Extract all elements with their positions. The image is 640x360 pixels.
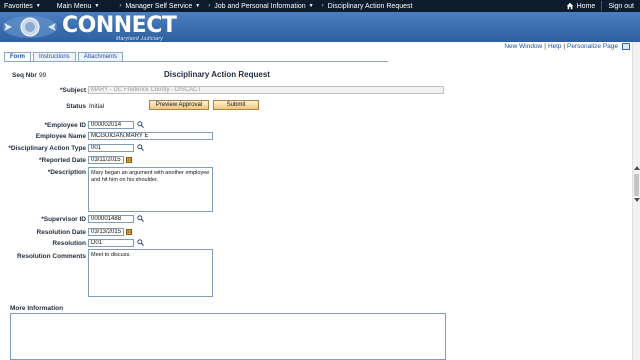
branding-banner: CONNECT Maryland Judiciary [0, 12, 640, 42]
description-textarea[interactable]: Mary began an argument with another empl… [88, 167, 213, 212]
topnav-right: Home Sign out [566, 0, 640, 12]
new-window-link[interactable]: New Window [504, 43, 542, 50]
disciplinary-action-type-label: *Disciplinary Action Type [8, 145, 86, 152]
status-label: Status [66, 103, 86, 110]
scroll-down-arrow-icon[interactable] [634, 198, 640, 202]
resolution-label: Resolution [52, 240, 86, 247]
chevron-down-icon: ▼ [94, 3, 100, 9]
calendar-icon[interactable]: 31 [126, 229, 132, 235]
vertical-scrollbar[interactable] [632, 42, 640, 360]
tab-attachments[interactable]: Attachments [77, 52, 124, 61]
search-icon[interactable] [137, 144, 144, 151]
employee-id-label: *Employee ID [44, 122, 86, 129]
more-information-label: More Information [10, 305, 64, 312]
favorites-label: Favorites [4, 2, 33, 10]
maryland-seal-logo [3, 16, 57, 38]
favorites-menu[interactable]: Favorites ▼ [0, 0, 45, 12]
breadcrumb-label: Manager Self Service [125, 2, 193, 10]
seq-nbr-value: 99 [39, 72, 47, 79]
help-link[interactable]: Help [548, 43, 561, 50]
search-icon[interactable] [137, 215, 144, 222]
home-icon [566, 2, 573, 10]
resolution-field[interactable]: D01 [88, 239, 134, 247]
chevron-down-icon: ▼ [308, 3, 314, 9]
preview-approval-button[interactable]: Preview Approval [149, 100, 209, 110]
breadcrumb-separator-icon: › [208, 3, 211, 9]
personalize-page-link[interactable]: Personalize Page [567, 43, 618, 50]
submit-button[interactable]: Submit [213, 100, 259, 110]
tab-underline [4, 61, 388, 62]
tab-form[interactable]: Form [4, 52, 31, 61]
subject-label: *Subject [59, 87, 86, 94]
employee-id-field[interactable]: 000002014 [88, 121, 134, 129]
page-title: Disciplinary Action Request [164, 70, 270, 79]
nav-divider [601, 1, 603, 11]
link-separator: | [544, 43, 546, 50]
chevron-down-icon: ▼ [195, 3, 201, 9]
resolution-date-field[interactable]: 03/13/2015 [88, 228, 124, 236]
more-information-textarea[interactable] [10, 313, 446, 360]
page-utility-links: New Window | Help | Personalize Page [504, 43, 630, 50]
search-icon[interactable] [137, 239, 144, 246]
employee-name-label: Employee Name [35, 133, 86, 140]
chevron-down-icon: ▼ [35, 3, 41, 9]
breadcrumb-separator-icon: › [321, 3, 324, 9]
reported-date-label: *Reported Date [39, 157, 86, 164]
seq-nbr-label: Seq Nbr [12, 72, 37, 79]
breadcrumb-job-personal-info[interactable]: › Job and Personal Information ▼ [204, 0, 317, 12]
supervisor-id-field[interactable]: 000001488 [88, 215, 134, 223]
breadcrumb-label: Disciplinary Action Request [327, 2, 413, 10]
breadcrumb-label: Job and Personal Information [214, 2, 306, 10]
employee-name-field[interactable]: MCGUIGAN,MARY E [88, 132, 213, 140]
grid-icon[interactable] [622, 43, 630, 50]
subject-field: MARY - DC Frederick County - DISCACT [88, 86, 444, 94]
page-tabs: Form Instructions Attachments [4, 52, 125, 61]
maryland-judiciary-subtitle: Maryland Judiciary [116, 36, 164, 42]
breadcrumb-manager-self-service[interactable]: › Manager Self Service ▼ [115, 0, 204, 12]
disciplinary-action-type-field[interactable]: 001 [88, 144, 134, 152]
main-menu[interactable]: Main Menu ▼ [53, 0, 104, 12]
breadcrumb-current-page: › Disciplinary Action Request [318, 0, 417, 12]
description-label: *Description [47, 169, 86, 176]
link-separator: | [563, 43, 566, 50]
supervisor-id-label: *Supervisor ID [41, 216, 86, 223]
scroll-up-arrow-icon[interactable] [634, 166, 640, 170]
breadcrumb-separator-icon: › [119, 3, 122, 9]
main-menu-label: Main Menu [56, 2, 92, 10]
search-icon[interactable] [137, 121, 144, 128]
scrollbar-thumb[interactable] [634, 174, 639, 196]
status-value: Initial [89, 103, 105, 110]
calendar-icon[interactable]: 31 [126, 157, 132, 163]
resolution-comments-textarea[interactable]: Meet to discuss. [88, 249, 213, 297]
home-link[interactable]: Home [577, 3, 596, 10]
top-navigation-bar: Favorites ▼ Main Menu ▼ › Manager Self S… [0, 0, 640, 12]
tab-instructions[interactable]: Instructions [33, 52, 76, 61]
resolution-date-label: Resolution Date [36, 229, 86, 236]
resolution-comments-label: Resolution Comments [17, 253, 86, 260]
sign-out-link[interactable]: Sign out [608, 3, 634, 10]
reported-date-field[interactable]: 03/11/2015 [88, 156, 124, 164]
